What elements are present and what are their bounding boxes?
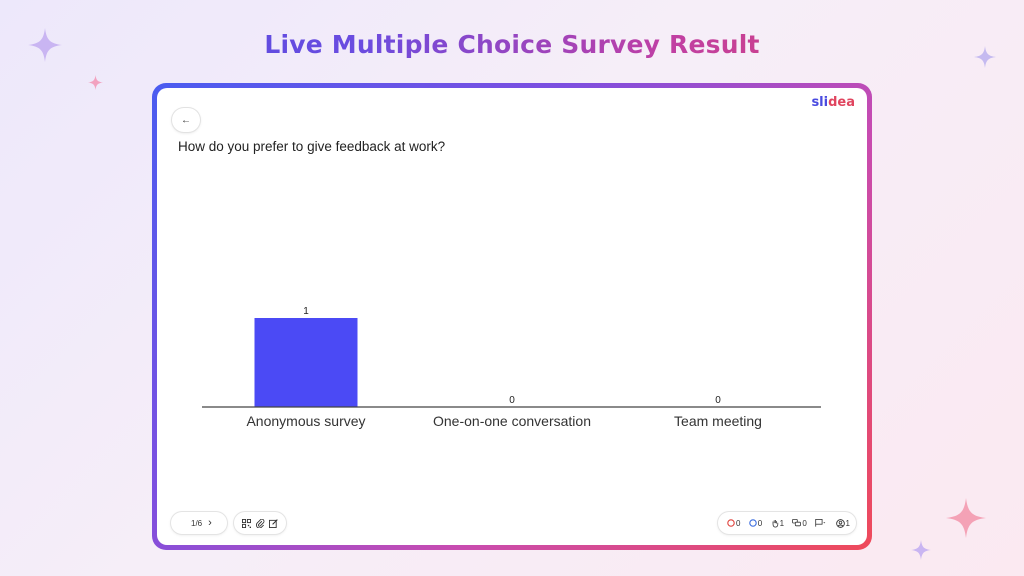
stat-raised-hands-value: 1 xyxy=(779,518,785,528)
page-title: Live Multiple Choice Survey Result xyxy=(0,30,1024,59)
sparkle-icon xyxy=(946,498,986,538)
tool-group xyxy=(234,512,286,534)
bar-chart: 1 Anonymous survey 0 One-on-one conversatio… xyxy=(202,306,821,429)
sparkle-icon xyxy=(28,28,62,62)
stat-participants[interactable]: 1 xyxy=(835,518,850,528)
bar xyxy=(254,318,358,407)
sparkle-icon xyxy=(88,75,103,90)
slide-frame: slidea ← How do you prefer to give feedb… xyxy=(152,83,872,550)
participants-icon xyxy=(835,518,845,528)
stat-raised-hands[interactable]: 1 xyxy=(771,519,784,528)
chevron-right-icon[interactable]: › xyxy=(208,517,212,529)
stat-like-value: 0 xyxy=(757,518,763,528)
category-label: One-on-one conversation xyxy=(433,413,591,429)
category-label: Anonymous survey xyxy=(246,413,365,429)
raised-hand-icon xyxy=(772,519,778,528)
dislike-icon xyxy=(727,519,735,527)
edit-icon[interactable] xyxy=(269,518,278,528)
bar-value-label: 0 xyxy=(509,395,515,406)
stat-questions-value: 0 xyxy=(802,518,807,528)
qr-code-icon[interactable] xyxy=(242,518,251,528)
stat-flag[interactable] xyxy=(815,519,827,527)
stat-dislike[interactable]: 0 xyxy=(727,519,740,528)
slide-canvas: slidea ← How do you prefer to give feedb… xyxy=(157,88,867,545)
attachment-icon[interactable] xyxy=(255,518,265,528)
stat-like[interactable]: 0 xyxy=(749,519,762,528)
category-label: Team meeting xyxy=(674,413,762,429)
bar-value-label: 1 xyxy=(303,306,309,317)
stat-questions[interactable]: 0 xyxy=(792,518,807,528)
sparkle-icon xyxy=(974,46,996,68)
stat-participants-value: 1 xyxy=(845,518,850,528)
sparkle-icon xyxy=(911,540,931,560)
like-icon xyxy=(749,519,757,527)
slide-counter: 1/6 xyxy=(191,518,203,528)
chat-bubbles-icon xyxy=(792,519,802,527)
reaction-stats: 0 0 1 0 1 xyxy=(718,512,856,534)
bar-value-label: 0 xyxy=(715,395,721,406)
flag-icon xyxy=(815,519,826,527)
stat-dislike-value: 0 xyxy=(736,518,741,528)
slide-navigator[interactable]: 1/6 › xyxy=(171,512,227,534)
